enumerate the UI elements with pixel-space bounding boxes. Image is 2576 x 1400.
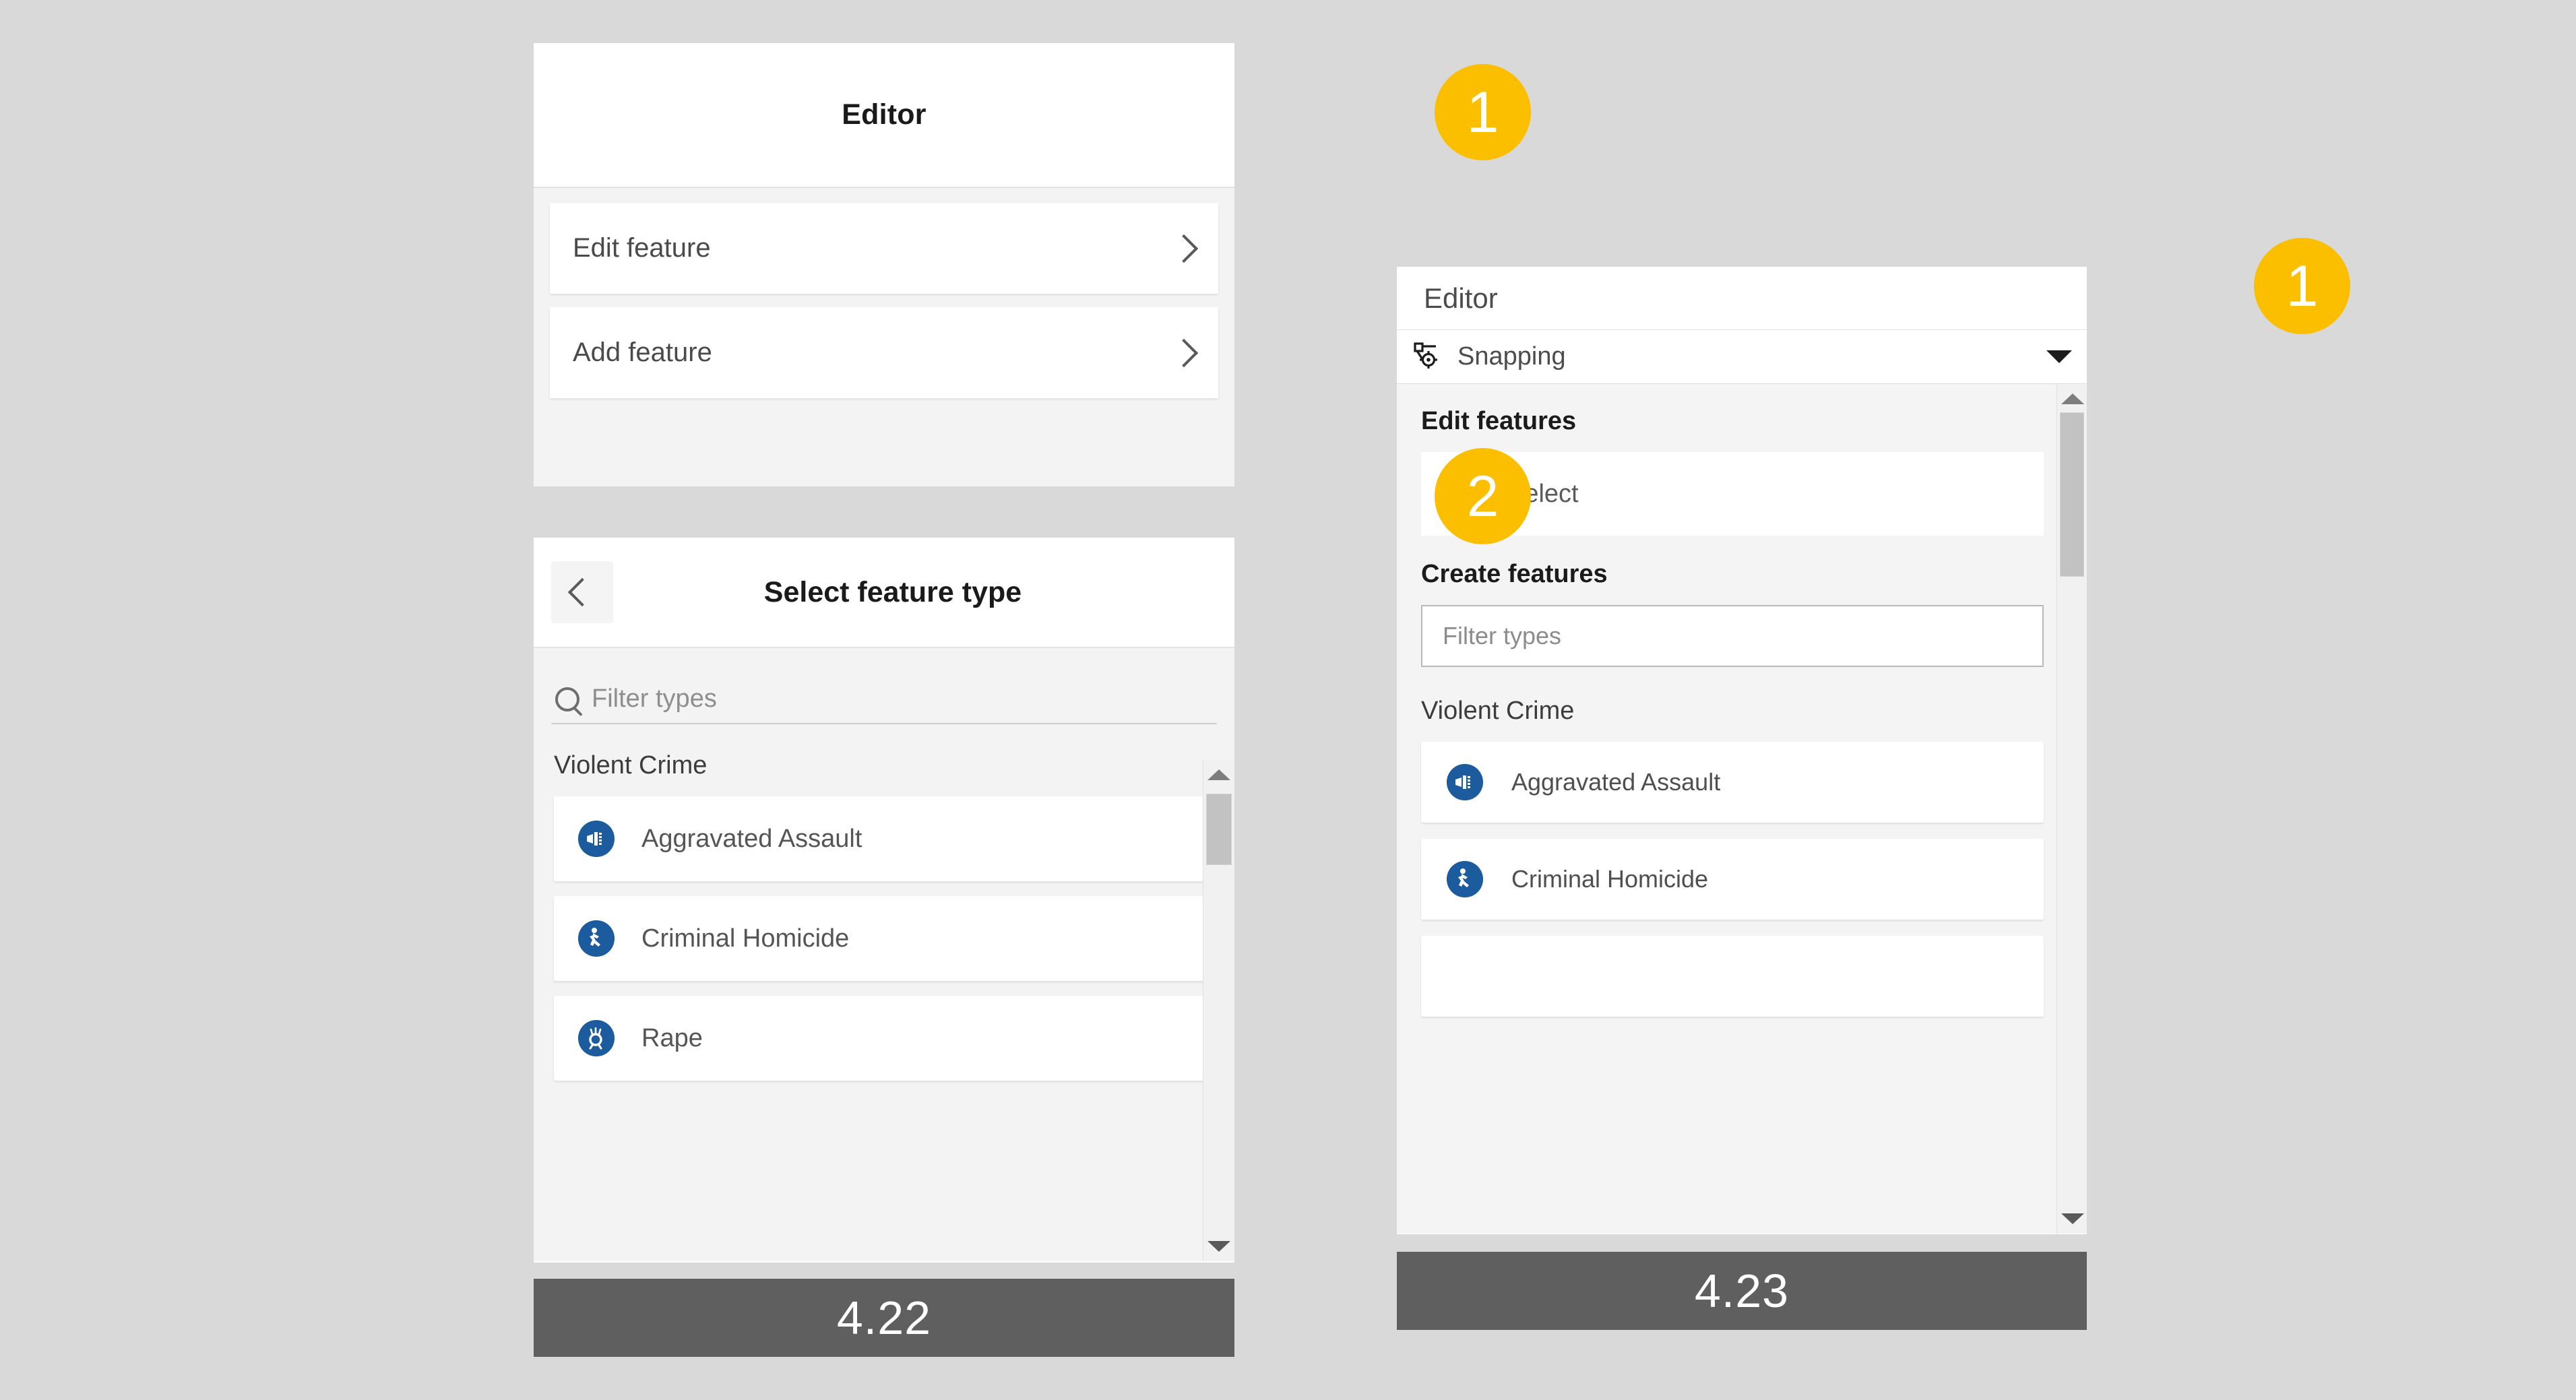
snapping-control[interactable]: Snapping (1397, 330, 2087, 384)
editor-body: Edit feature Add feature (534, 188, 1234, 486)
page-title: Select feature type (613, 576, 1172, 609)
vertical-scrollbar[interactable] (2056, 384, 2087, 1234)
feature-type-item[interactable]: Aggravated Assault (554, 796, 1217, 881)
scroll-up-arrow-icon[interactable] (1207, 769, 1230, 780)
aggravated-assault-icon (1447, 764, 1483, 800)
back-button[interactable] (551, 561, 613, 623)
scrollbar-thumb[interactable] (1206, 794, 1232, 865)
feature-type-item[interactable]: Rape (554, 996, 1217, 1081)
vertical-scrollbar[interactable] (1203, 760, 1234, 1261)
feature-type-item[interactable]: Criminal Homicide (1421, 839, 2044, 920)
nav-item-label: Add feature (573, 338, 712, 368)
callout-badge-1: 1 (2254, 238, 2350, 334)
nav-item-edit-feature[interactable]: Edit feature (550, 203, 1218, 294)
editor-widget: Editor Snapping Ed (1397, 267, 2087, 1234)
criminal-homicide-icon (578, 920, 615, 957)
criminal-homicide-icon (1447, 861, 1483, 897)
nav-item-add-feature[interactable]: Add feature (550, 307, 1218, 398)
feature-type-list: Aggravated Assault Criminal Homicide (554, 796, 1217, 1081)
feature-type-item[interactable] (1421, 936, 2044, 1017)
aggravated-assault-icon (578, 821, 615, 857)
editor-header: Editor (1397, 267, 2087, 330)
callout-badge-2: 2 (1435, 448, 1531, 544)
filter-input-placeholder: Filter types (1443, 622, 1561, 650)
scroll-down-arrow-icon[interactable] (2061, 1213, 2084, 1224)
select-feature-type-body: Filter types Violent Crime (534, 648, 1234, 1261)
feature-type-label: Criminal Homicide (1511, 865, 1708, 893)
search-input-placeholder: Filter types (592, 685, 717, 713)
callout-badge-1: 1 (1435, 64, 1531, 160)
page-title: Editor (842, 98, 926, 131)
figure-caption: 4.22 (534, 1279, 1234, 1357)
select-feature-type-header: Select feature type (534, 538, 1234, 648)
feature-type-label: Rape (641, 1024, 703, 1053)
section-heading-create-features: Create features (1421, 560, 2044, 589)
chevron-right-icon (1170, 234, 1198, 262)
rape-icon (578, 1020, 615, 1056)
figure-4-22: Editor Edit feature Add feature 1 Select… (534, 43, 1234, 1357)
filter-types-input[interactable]: Filter types (1421, 605, 2044, 667)
filter-types-search[interactable]: Filter types (551, 648, 1217, 724)
scroll-up-arrow-icon[interactable] (2061, 393, 2084, 404)
page-title: Editor (1424, 282, 1498, 315)
search-icon (555, 687, 579, 711)
select-feature-type-widget: Select feature type Filter types Violent… (534, 538, 1234, 1263)
chevron-right-icon (1170, 338, 1198, 367)
feature-type-item[interactable]: Aggravated Assault (1421, 742, 2044, 823)
editor-header: Editor (534, 43, 1234, 188)
feature-group-title: Violent Crime (554, 751, 1234, 780)
snapping-icon (1410, 339, 1443, 375)
caret-down-icon[interactable] (2046, 350, 2072, 363)
nav-item-label: Edit feature (573, 233, 711, 263)
feature-type-item[interactable]: Criminal Homicide (554, 896, 1217, 981)
figure-4-23: Editor Snapping Ed (1397, 267, 2087, 1357)
feature-type-label: Criminal Homicide (641, 924, 849, 953)
feature-type-label: Aggravated Assault (1511, 768, 1720, 796)
figure-caption: 4.23 (1397, 1252, 2087, 1330)
feature-type-label: Aggravated Assault (641, 825, 862, 854)
scroll-down-arrow-icon[interactable] (1207, 1241, 1230, 1252)
snapping-label: Snapping (1457, 342, 2032, 371)
scrollbar-thumb[interactable] (2060, 412, 2084, 577)
editor-root-widget: Editor Edit feature Add feature (534, 43, 1234, 485)
chevron-left-icon (568, 578, 596, 606)
feature-type-list: Aggravated Assault Crimi (1421, 742, 2044, 1017)
section-heading-edit-features: Edit features (1421, 384, 2044, 436)
feature-group-title: Violent Crime (1421, 697, 2044, 726)
